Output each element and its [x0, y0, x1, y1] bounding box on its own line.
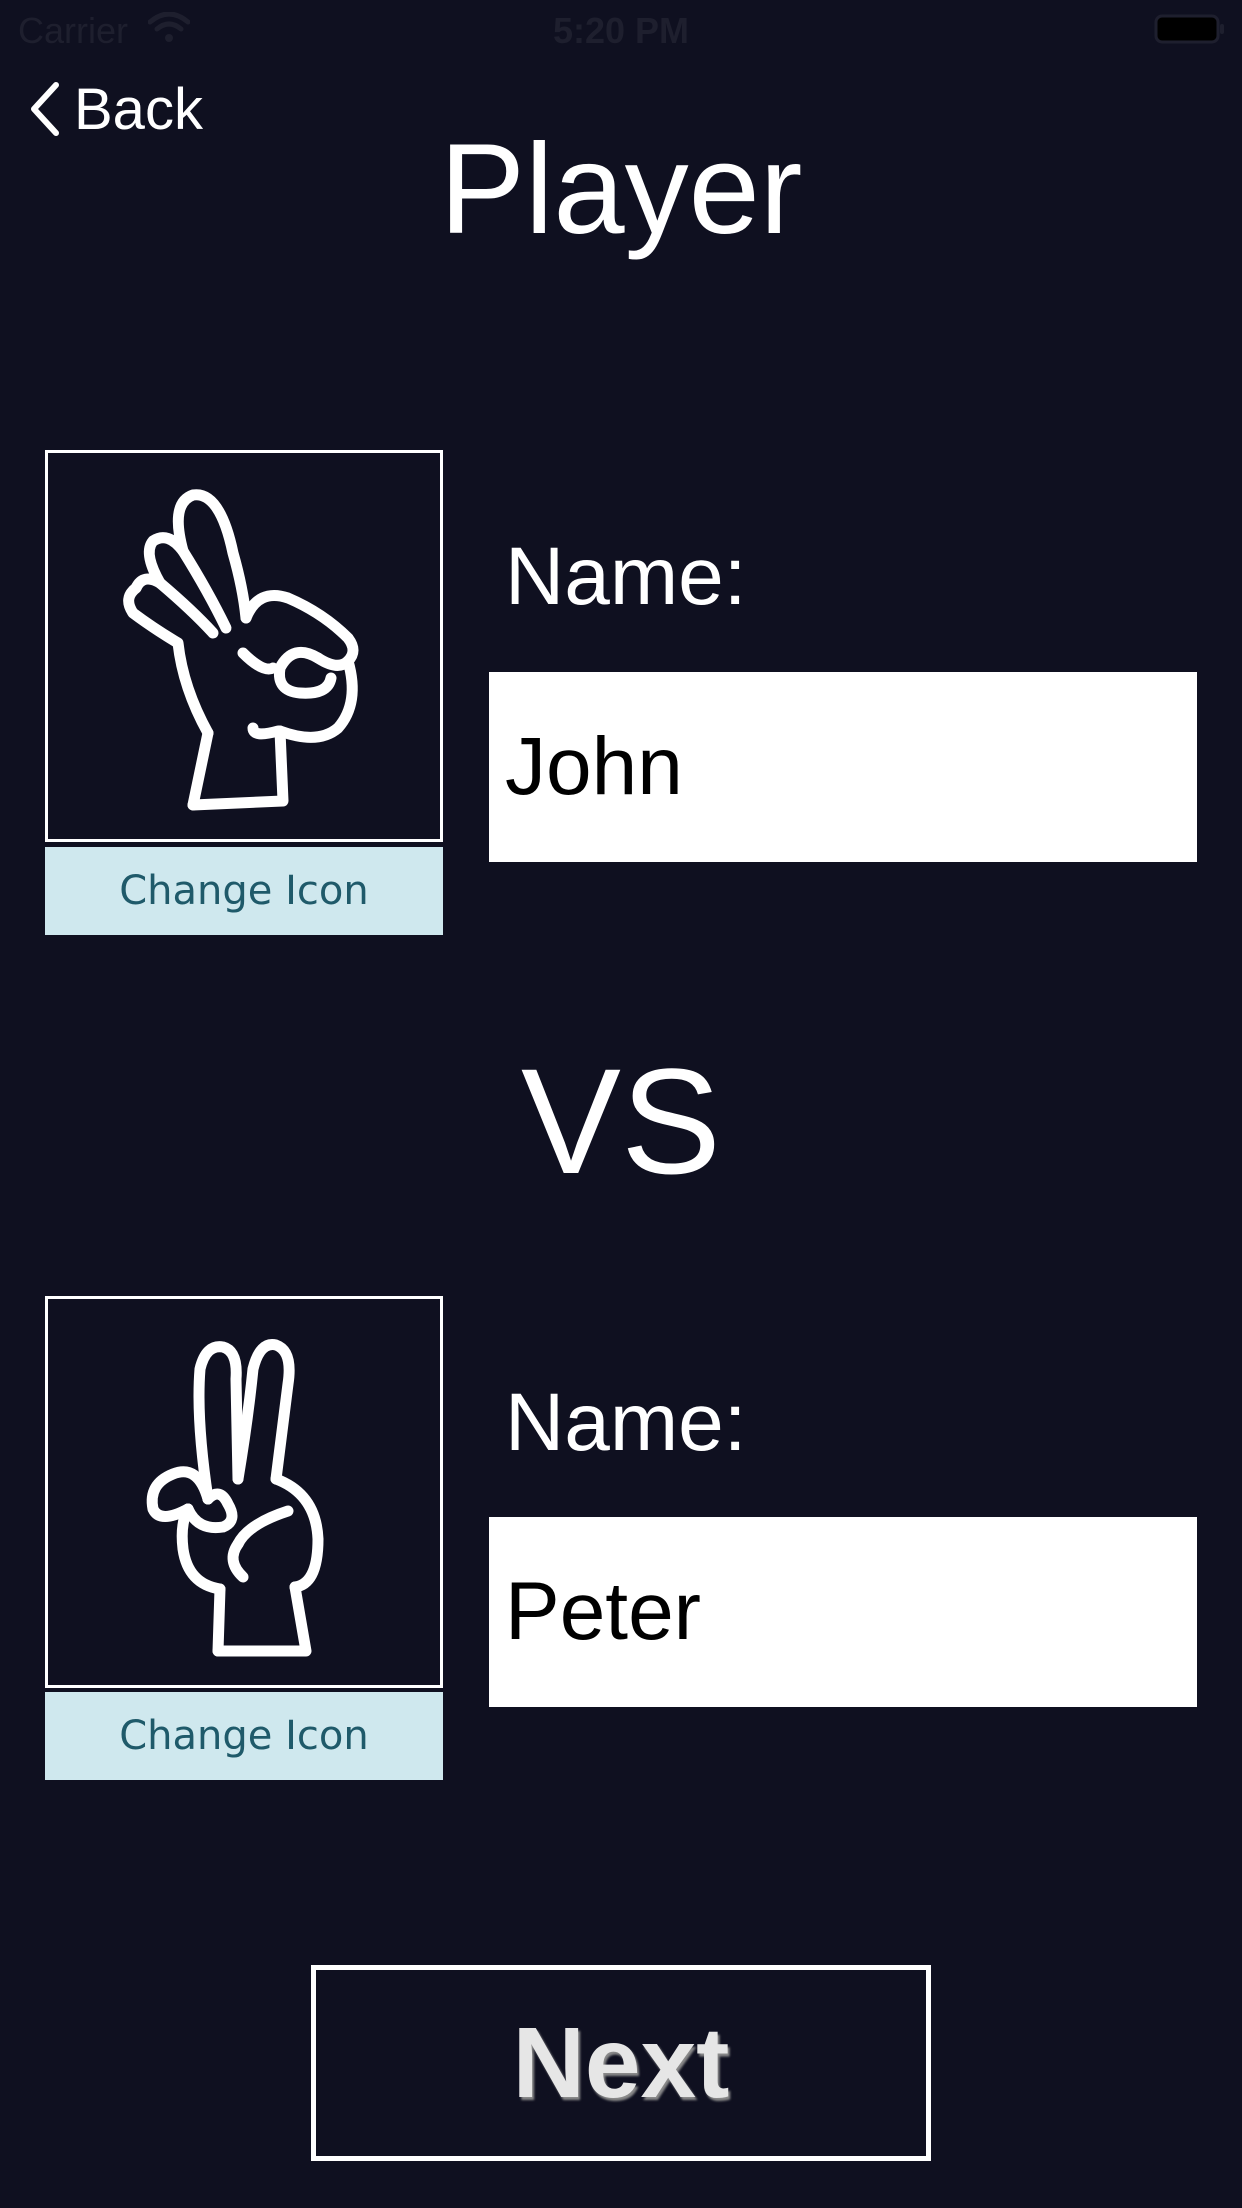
player2-change-icon-button[interactable]: Change Icon	[45, 1692, 443, 1780]
player2-name-label: Name:	[505, 1377, 747, 1468]
page-title: Player	[439, 118, 803, 261]
player1-change-icon-button[interactable]: Change Icon	[45, 847, 443, 935]
player2-name-field[interactable]	[489, 1517, 1197, 1707]
battery-icon	[1154, 14, 1224, 44]
vs-label: VS	[520, 1037, 722, 1205]
player2-icon-box	[45, 1296, 443, 1688]
peace-hand-icon	[146, 1339, 324, 1657]
player1-icon-box	[45, 450, 443, 842]
player-setup-screen: Carrier 5:20 PM Back Player Change Icon …	[0, 0, 1242, 2208]
player1-name-label: Name:	[505, 531, 747, 622]
status-bar: Carrier 5:20 PM	[0, 0, 1242, 60]
status-time: 5:20 PM	[552, 10, 690, 51]
next-button[interactable]: Next	[311, 1965, 931, 2161]
ok-hand-icon	[123, 489, 359, 811]
player1-name-field[interactable]	[489, 672, 1197, 862]
